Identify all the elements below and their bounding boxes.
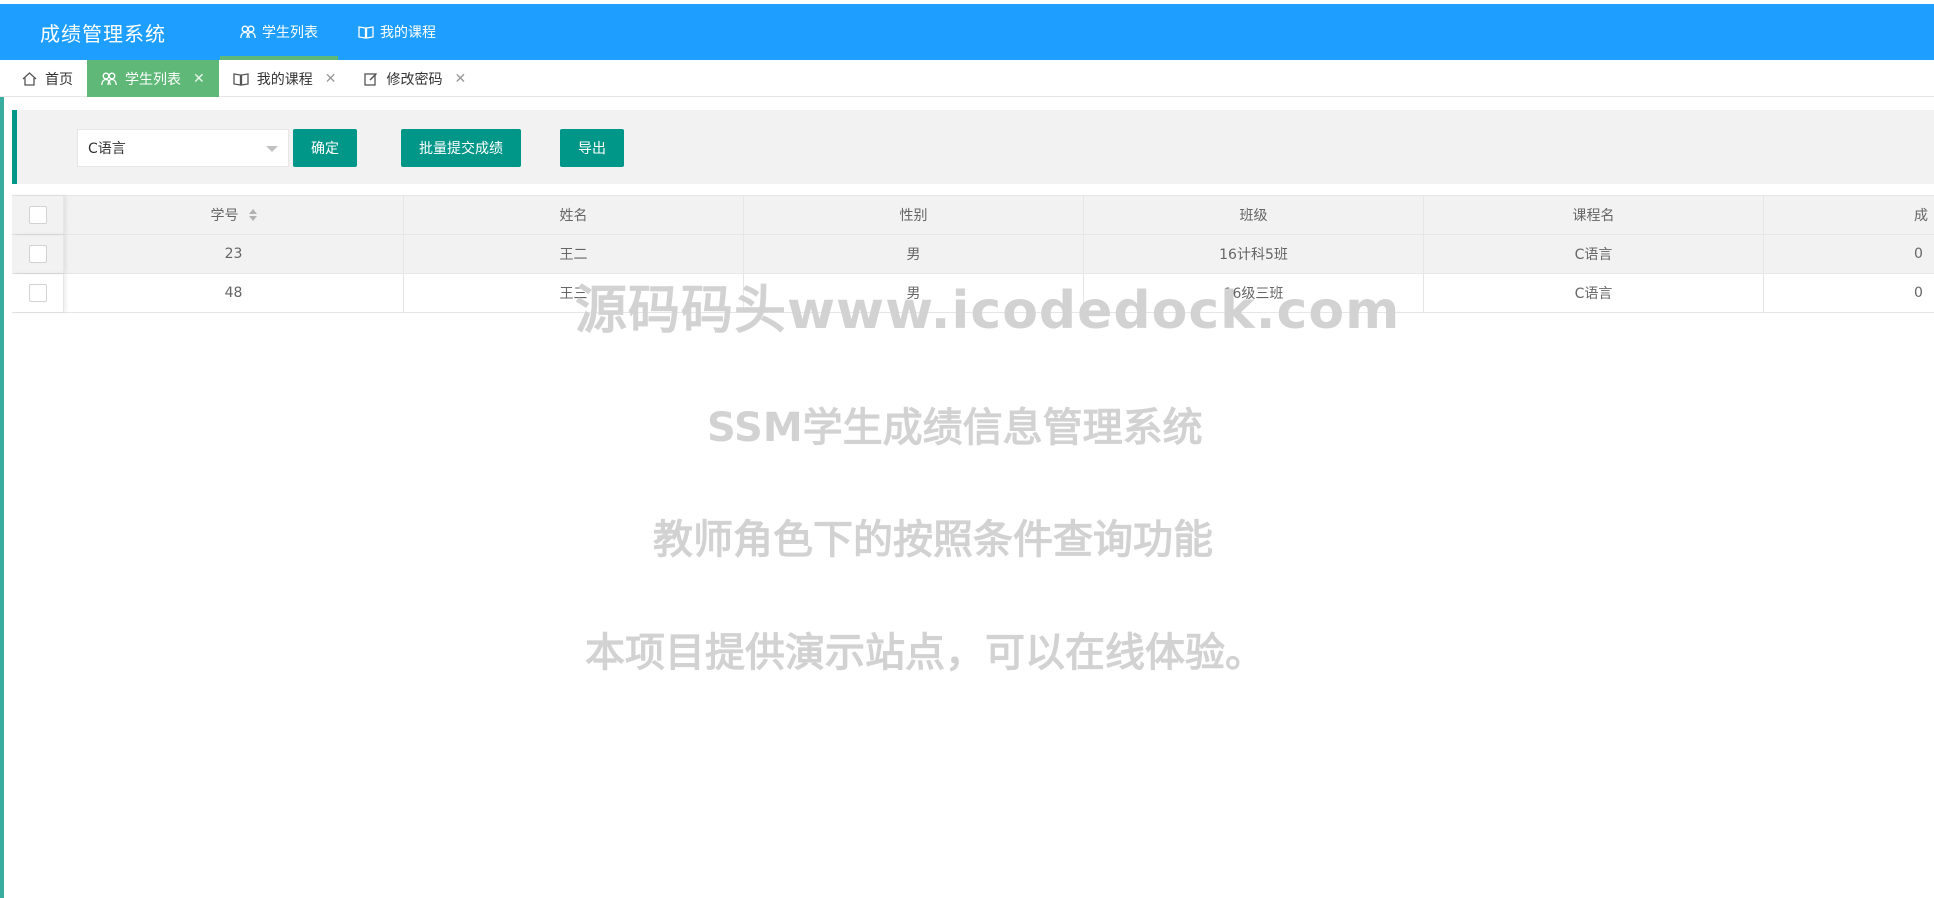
top-nav-item-my-courses[interactable]: 我的课程 [338,4,456,60]
table-cell: C语言 [1424,235,1764,273]
tab-change-password[interactable]: 修改密码 ✕ [350,60,480,97]
table-cell: C语言 [1424,274,1764,312]
users-icon [101,72,117,86]
tab-my-courses[interactable]: 我的课程 ✕ [219,60,351,97]
page-tabs: 首页 学生列表 ✕ 我的课程 ✕ 修改密码 ✕ [0,60,1934,97]
row-select-cell [12,235,64,273]
close-icon[interactable]: ✕ [193,71,205,87]
table-cell: 0 [1914,246,1923,262]
top-nav-label: 我的课程 [380,25,436,41]
row-checkbox[interactable] [28,245,47,263]
app-frame: 成绩管理系统 学生列表 我的课程 首页 学生列表 ✕ 我的课程 ✕ 修改密码 ✕… [0,0,1934,898]
book-icon [358,25,374,39]
tab-label: 我的课程 [256,71,313,88]
home-icon [22,71,37,86]
watermark-demo: 本项目提供演示站点，可以在线体验。 [585,630,1265,676]
export-button[interactable]: 导出 [560,129,624,167]
top-header: 成绩管理系统 学生列表 我的课程 [0,0,1934,64]
sort-icon[interactable] [248,209,257,221]
top-nav-label: 学生列表 [262,25,318,41]
confirm-button[interactable]: 确定 [293,129,357,167]
tab-label: 首页 [45,71,73,88]
left-accent-bar [0,97,4,898]
batch-submit-button[interactable]: 批量提交成绩 [401,129,521,167]
column-header-gender: 性别 [744,196,1084,234]
top-nav-item-student-list[interactable]: 学生列表 [220,4,338,60]
column-header-class: 班级 [1084,196,1424,234]
app-title: 成绩管理系统 [40,22,166,46]
edit-icon [364,72,378,86]
tab-student-list[interactable]: 学生列表 ✕ [87,60,219,97]
column-header-name: 姓名 [404,196,744,234]
tab-label: 修改密码 [386,71,443,88]
row-select-cell [12,274,64,312]
table-cell: 48 [64,274,404,312]
column-header-score: 成 [1914,208,1928,224]
course-select[interactable]: C语言 [77,129,289,167]
close-icon[interactable]: ✕ [454,71,466,87]
chevron-down-icon [266,146,278,152]
table-cell: 23 [64,235,404,273]
course-select-value: C语言 [88,141,126,157]
table-cell: 0 [1914,285,1923,301]
watermark-project: SSM学生成绩信息管理系统 [707,405,1203,451]
watermark-feature: 教师角色下的按照条件查询功能 [653,517,1213,563]
row-checkbox[interactable] [28,284,47,302]
book-icon [233,72,249,86]
column-header-student-id[interactable]: 学号 [64,196,404,234]
table-header-row: 学号 姓名 性别 班级 课程名 成 [12,196,1934,235]
tab-home[interactable]: 首页 [8,60,87,97]
filter-toolbar: C语言 确定 批量提交成绩 导出 [12,110,1934,184]
tab-label: 学生列表 [125,71,181,88]
select-all-checkbox[interactable] [28,206,47,224]
watermark-site: 源码码头www.icodedock.com [575,281,1401,341]
close-icon[interactable]: ✕ [325,71,337,87]
column-header-course: 课程名 [1424,196,1764,234]
users-icon [240,25,256,39]
column-header-label: 学号 [210,208,239,224]
select-all-cell [12,196,64,234]
top-nav: 学生列表 我的课程 [220,4,456,60]
